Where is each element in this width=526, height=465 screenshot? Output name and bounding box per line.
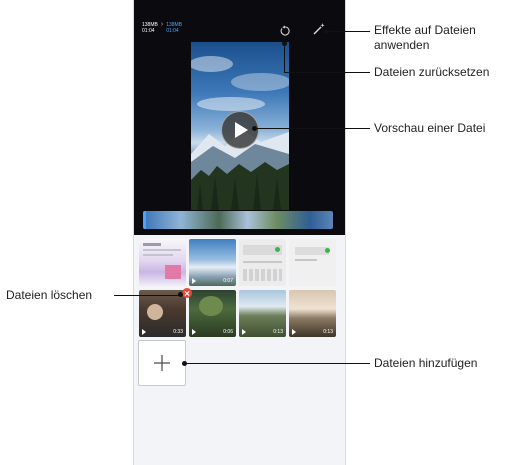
video-indicator-icon	[292, 329, 296, 335]
leader-line	[255, 128, 370, 129]
plus-icon	[154, 355, 170, 371]
video-indicator-icon	[242, 329, 246, 335]
leader-line	[327, 31, 370, 32]
callout-dot	[178, 292, 183, 297]
thumbnail-2[interactable]: 0:07	[189, 239, 236, 286]
original-size-block: 138MB 01:04	[142, 22, 158, 34]
video-indicator-icon	[192, 278, 196, 284]
callout-effects-line1: Effekte auf Dateien	[374, 23, 476, 37]
play-icon	[235, 122, 248, 138]
callout-effects: Effekte auf Dateien anwenden	[374, 23, 476, 53]
thumbnail-duration: 0:13	[323, 329, 333, 335]
thumbnail-duration: 0:13	[273, 329, 283, 335]
thumbnail-duration: 0:33	[173, 329, 183, 335]
thumbnail-1[interactable]	[139, 239, 186, 286]
video-indicator-icon	[142, 329, 146, 335]
editor-top-area: 138MB 01:04 › 138MB 01:04	[134, 0, 345, 235]
delete-badge-icon[interactable]	[182, 288, 192, 298]
callout-preview: Vorschau einer Datei	[374, 121, 486, 135]
timeline-handle[interactable]	[143, 211, 146, 229]
thumbnail-3[interactable]	[239, 239, 286, 286]
original-duration: 01:04	[142, 28, 155, 34]
callout-add: Dateien hinzufügen	[374, 356, 478, 370]
new-size-block: 138MB 01:04	[166, 22, 182, 34]
phone-screen: 138MB 01:04 › 138MB 01:04 0:07 0:33 0:06…	[133, 0, 346, 465]
video-indicator-icon	[192, 329, 196, 335]
leader-line	[114, 295, 180, 296]
leader-line	[284, 44, 285, 72]
add-file-button[interactable]	[138, 340, 186, 386]
thumbnail-5[interactable]: 0:33	[139, 290, 186, 337]
thumbnail-duration: 0:06	[223, 329, 233, 335]
leader-line	[284, 72, 370, 73]
callout-effects-line2: anwenden	[374, 38, 430, 52]
callout-delete: Dateien löschen	[6, 288, 93, 302]
undo-icon[interactable]	[279, 24, 291, 36]
bottom-bar	[134, 444, 345, 465]
file-size-info: 138MB 01:04 › 138MB 01:04	[142, 21, 182, 34]
timeline-strip[interactable]	[143, 211, 333, 229]
thumbnail-7[interactable]: 0:13	[239, 290, 286, 337]
thumbnail-4[interactable]	[289, 239, 336, 286]
thumbnail-8[interactable]: 0:13	[289, 290, 336, 337]
thumbnail-6[interactable]: 0:06	[189, 290, 236, 337]
thumbnail-duration: 0:07	[223, 278, 233, 284]
new-duration: 01:04	[166, 28, 179, 34]
leader-line	[186, 363, 370, 364]
callout-reset: Dateien zurücksetzen	[374, 65, 490, 79]
chevron-right-icon: ›	[160, 21, 164, 28]
